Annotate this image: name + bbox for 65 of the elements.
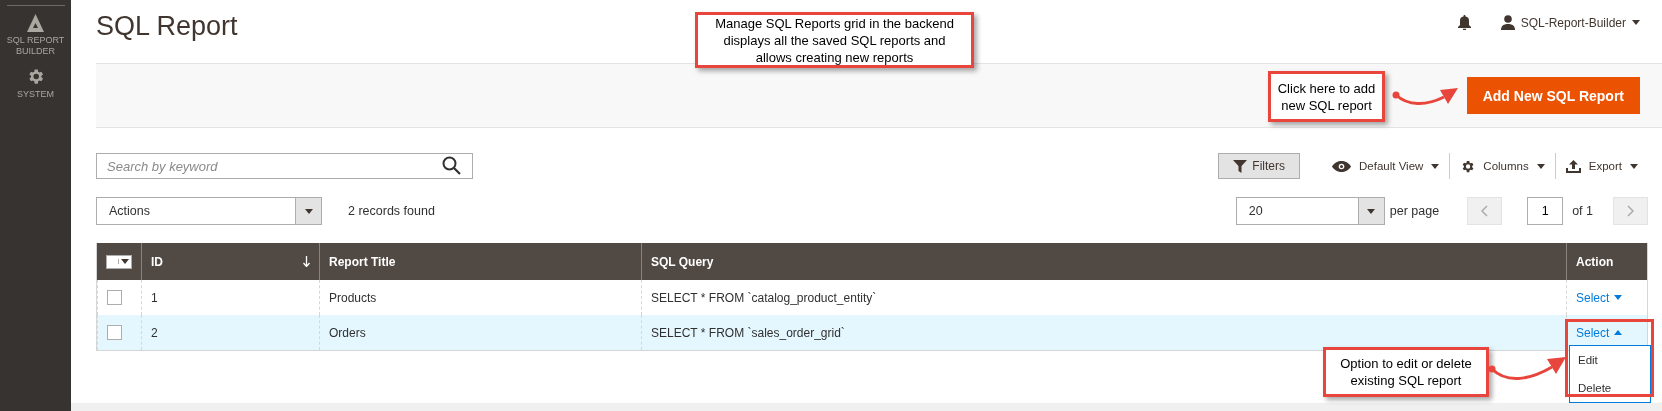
user-menu[interactable]: SQL-Report-Builder — [1500, 15, 1640, 30]
table-cell: SELECT * FROM `catalog_product_entity` — [651, 290, 877, 305]
sort-arrow-icon — [303, 256, 310, 267]
records-count: 2 records found — [348, 204, 435, 218]
page-number-field[interactable]: 1 — [1527, 197, 1564, 225]
per-page-label: per page — [1389, 204, 1440, 218]
actions-dropdown[interactable]: Actions — [96, 197, 322, 225]
view-menu[interactable]: Default View — [1322, 160, 1450, 172]
annotation-callout: Manage SQL Reports grid in the backend displays all the saved SQL reports and allows creating new reports — [695, 12, 974, 68]
search-field[interactable]: Search by keyword — [96, 153, 473, 179]
chevron-left-icon — [1481, 205, 1489, 217]
table-cell: Orders — [329, 325, 366, 340]
caret-icon — [121, 259, 129, 264]
sidebar-item[interactable]: SYSTEM — [1, 89, 70, 100]
row-checkbox[interactable] — [107, 290, 122, 305]
gear-icon — [1460, 158, 1476, 174]
add-report-button[interactable]: Add New SQL Report — [1466, 77, 1640, 114]
column-header[interactable]: Action — [1566, 243, 1647, 280]
select-all-checkbox[interactable] — [106, 254, 132, 269]
page-title: SQL Report — [96, 11, 238, 43]
table-cell: 2 — [151, 325, 158, 340]
column-header[interactable]: Report Title — [319, 243, 641, 280]
next-page-button[interactable] — [1613, 197, 1648, 225]
row-checkbox[interactable] — [107, 325, 122, 340]
funnel-icon — [1233, 159, 1248, 173]
columns-label: Columns — [1483, 160, 1529, 172]
caret-icon — [304, 208, 313, 214]
export-menu[interactable]: Export — [1555, 159, 1648, 173]
bell-icon[interactable] — [1457, 15, 1471, 30]
per-page-dropdown[interactable]: 20 — [1235, 197, 1385, 225]
caret-icon — [1536, 163, 1545, 169]
caret-icon — [1367, 208, 1376, 214]
table-cell: 1 — [151, 290, 158, 305]
export-label: Export — [1588, 160, 1622, 172]
table-cell: Products — [329, 290, 377, 305]
view-label: Default View — [1359, 160, 1424, 172]
annotation-callout: Option to edit or delete existing SQL report — [1323, 347, 1489, 397]
pointer-arrow — [1392, 88, 1458, 105]
filters-button[interactable]: Filters — [1218, 153, 1300, 179]
search-icon[interactable] — [442, 156, 461, 175]
sidebar-item[interactable]: SQL REPORT BUILDER — [1, 35, 70, 57]
user-name: SQL-Report-Builder — [1520, 15, 1626, 30]
column-header[interactable]: SQL Query — [641, 243, 1566, 280]
columns-menu[interactable]: Columns — [1450, 158, 1555, 174]
column-header[interactable]: ID — [141, 243, 319, 280]
gear-icon — [26, 67, 45, 86]
select-action-link[interactable]: Select — [1576, 290, 1623, 305]
caret-icon — [1614, 330, 1623, 335]
menu-item[interactable]: Edit — [1570, 346, 1650, 374]
page-total: of 1 — [1572, 204, 1593, 218]
caret-icon — [1632, 20, 1640, 25]
user-icon — [1500, 15, 1515, 30]
previous-page-button[interactable] — [1467, 197, 1503, 225]
actions-value: Actions — [108, 203, 151, 220]
caret-icon — [1431, 163, 1440, 169]
caret-icon — [1630, 163, 1638, 169]
chevron-right-icon — [1627, 205, 1634, 217]
caret-icon — [1614, 295, 1623, 300]
upload-icon — [1565, 159, 1581, 173]
eye-icon — [1332, 160, 1351, 172]
menu-item[interactable]: Delete — [1570, 374, 1650, 402]
per-page-value: 20 — [1247, 203, 1264, 220]
annotation-callout: Click here to add new SQL report — [1268, 71, 1385, 122]
table-cell: SELECT * FROM `sales_order_grid` — [651, 325, 845, 340]
triangle-logo-icon — [27, 14, 44, 32]
